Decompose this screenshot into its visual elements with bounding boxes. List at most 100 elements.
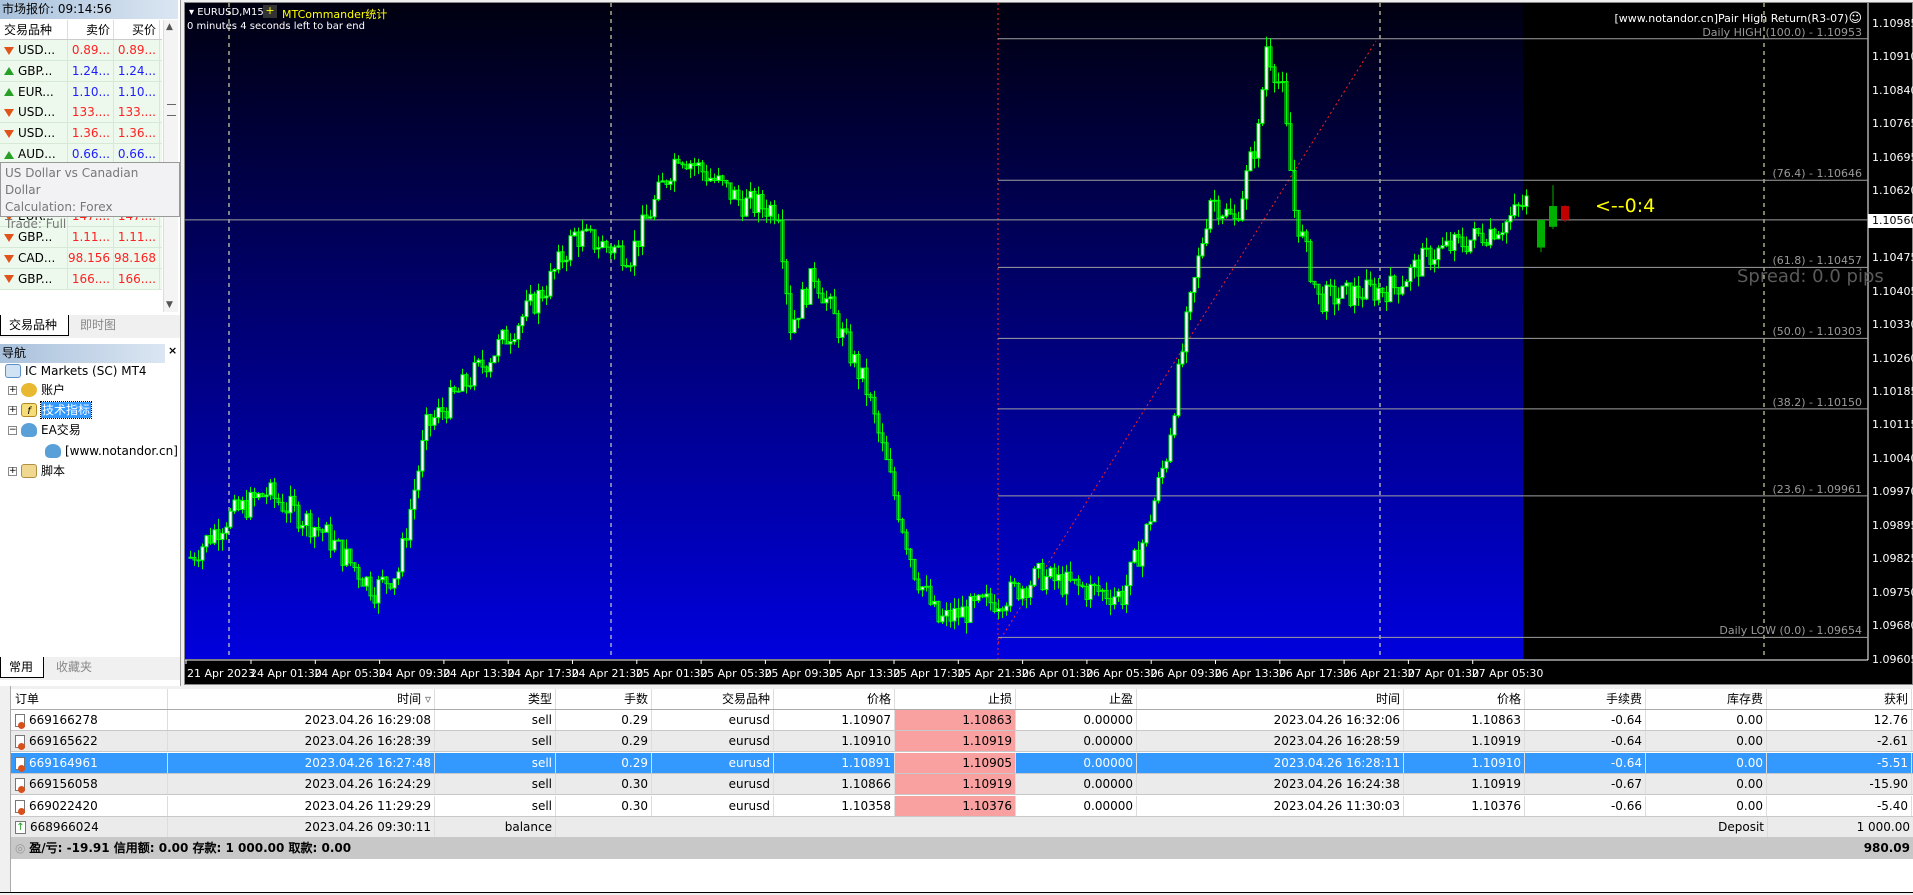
close-icon[interactable]: × bbox=[168, 344, 177, 357]
col-ask[interactable]: 买价 bbox=[114, 20, 160, 39]
candle-body bbox=[1432, 259, 1437, 265]
order-row[interactable]: 669156058 2023.04.26 16:24:29 sell 0.30 euru… bbox=[11, 774, 1913, 796]
cell-close-time: 2023.04.26 16:32:06 bbox=[1137, 710, 1404, 730]
candle-body bbox=[1444, 240, 1449, 247]
scroll-up-icon[interactable]: ▲ bbox=[166, 22, 173, 32]
tooltip-line: US Dollar vs Canadian Dollar bbox=[5, 166, 139, 197]
candle-body bbox=[312, 527, 317, 538]
cell-lots: 0.30 bbox=[556, 774, 652, 795]
order-row[interactable]: 669165622 2023.04.26 16:28:39 sell 0.29 euru… bbox=[11, 731, 1913, 753]
candle-body bbox=[376, 579, 381, 604]
order-row[interactable]: 669166278 2023.04.26 16:29:08 sell 0.29 euru… bbox=[11, 710, 1913, 731]
column-header[interactable]: 手数 bbox=[556, 689, 652, 709]
nav-item-indicators[interactable]: + f 技术指标 bbox=[8, 401, 93, 419]
price-chart[interactable]: ▾ EURUSD,M15 + MTCommander统计 0 minutes 4… bbox=[184, 2, 1913, 685]
column-header[interactable]: 订单 bbox=[11, 689, 168, 709]
symbol-cell: GBP... bbox=[0, 268, 68, 289]
symbol-timeframe: EURUSD,M15 bbox=[197, 7, 264, 18]
column-header[interactable]: 类型 bbox=[435, 689, 556, 709]
market-watch-row[interactable]: USD... 1.36... 1.36... bbox=[0, 123, 162, 145]
cell-comment: Deposit bbox=[1647, 817, 1768, 837]
arrow-down-icon bbox=[4, 254, 14, 263]
price-tick-label: 1.10840 bbox=[1872, 83, 1913, 97]
collapse-icon[interactable]: − bbox=[8, 425, 17, 435]
candle-body bbox=[1264, 46, 1269, 91]
nav-root-label: IC Markets (SC) MT4 bbox=[25, 364, 147, 378]
scroll-down-icon[interactable]: ▼ bbox=[166, 300, 173, 310]
cell-lots: 0.29 bbox=[556, 731, 652, 752]
market-watch-row[interactable]: CAD... 98.156 98.168 bbox=[0, 248, 162, 269]
candle-body bbox=[1144, 523, 1149, 544]
column-header[interactable]: 价格 bbox=[1404, 689, 1525, 709]
candle-body bbox=[924, 585, 929, 588]
scroll-thumb[interactable] bbox=[167, 104, 176, 116]
column-header[interactable]: 手续费 bbox=[1525, 689, 1646, 709]
column-header[interactable]: 时间 ▿ bbox=[168, 689, 435, 709]
candle-body bbox=[1132, 549, 1137, 563]
candle-body bbox=[332, 539, 337, 551]
nav-item-accounts[interactable]: + 账户 bbox=[8, 382, 65, 398]
plus-icon[interactable]: + bbox=[263, 5, 277, 18]
time-tick-label: 27 Apr 05:30 bbox=[1471, 667, 1544, 680]
sort-icon[interactable]: ▿ bbox=[421, 692, 431, 706]
tab-tick-chart[interactable]: 即时图 bbox=[72, 315, 124, 336]
price-tick-label: 1.10185 bbox=[1872, 384, 1913, 398]
ask-cell: 166.... bbox=[114, 268, 160, 289]
candle-body bbox=[648, 216, 653, 219]
col-bid[interactable]: 卖价 bbox=[68, 20, 114, 39]
nav-item-expert-advisors[interactable]: − EA交易 bbox=[8, 422, 81, 438]
terminal-icon bbox=[5, 364, 21, 378]
column-header[interactable]: 止损 bbox=[895, 689, 1016, 709]
candle-body bbox=[708, 177, 713, 182]
candle-body bbox=[748, 190, 753, 199]
price-axis[interactable]: 1.10985 1.10910 1.10840 1.10765 1.10695 1.106… bbox=[1868, 3, 1913, 666]
column-header[interactable]: 获利 bbox=[1767, 689, 1912, 709]
nav-label: EA交易 bbox=[41, 423, 81, 437]
market-watch-row[interactable]: USD... 133.... 133.... bbox=[0, 102, 162, 124]
table-header: 订单 时间 ▿ 类型 手数 交易品种 价格 止损 止盈 时间 价格 手续费 库存费 获利 bbox=[11, 689, 1913, 710]
price-tick-label: 1.09750 bbox=[1872, 585, 1913, 599]
nav-item-ea[interactable]: [www.notandor.cn] bbox=[45, 443, 178, 459]
candle-body bbox=[1248, 151, 1253, 172]
candle-body bbox=[1376, 287, 1381, 301]
market-watch-row[interactable]: USD... 0.89... 0.89... bbox=[0, 40, 162, 61]
candle-body bbox=[1004, 605, 1009, 612]
chart-canvas[interactable] bbox=[185, 3, 1913, 686]
cell-open-time: 2023.04.26 16:27:48 bbox=[168, 752, 435, 773]
cell-type: sell bbox=[435, 774, 556, 795]
expand-icon[interactable]: + bbox=[8, 385, 17, 395]
cell-lots: 0.30 bbox=[556, 795, 652, 816]
expand-icon[interactable]: + bbox=[8, 405, 17, 415]
market-watch-row[interactable]: EUR... 1.10... 1.10... bbox=[0, 81, 162, 103]
column-header[interactable]: 止盈 bbox=[1016, 689, 1137, 709]
nav-root[interactable]: IC Markets (SC) MT4 bbox=[5, 363, 147, 379]
candle-body bbox=[344, 548, 349, 566]
column-header[interactable]: 价格 bbox=[774, 689, 895, 709]
symbol-cell: USD... bbox=[0, 102, 68, 123]
script-icon bbox=[21, 464, 37, 478]
column-header[interactable]: 库存费 bbox=[1646, 689, 1767, 709]
candle-body bbox=[204, 535, 209, 548]
expand-icon[interactable]: + bbox=[8, 466, 17, 476]
candle-body bbox=[288, 495, 293, 514]
candle-body bbox=[940, 615, 945, 623]
candle-body bbox=[240, 500, 245, 510]
cell-tp: 0.00000 bbox=[1016, 795, 1137, 816]
candle-body bbox=[1160, 467, 1165, 479]
column-header[interactable]: 交易品种 bbox=[652, 689, 774, 709]
nav-item-scripts[interactable]: + 脚本 bbox=[8, 463, 65, 479]
tab-favorites[interactable]: 收藏夹 bbox=[48, 657, 100, 678]
tab-common[interactable]: 常用 bbox=[0, 657, 44, 678]
market-watch-row[interactable]: GBP... 1.24... 1.24... bbox=[0, 60, 162, 82]
col-symbol[interactable]: 交易品种 bbox=[0, 20, 68, 39]
symbol-cell: AUD... bbox=[0, 144, 68, 164]
balance-row[interactable]: ↑ 668966024 2023.04.26 09:30:11 balance D… bbox=[11, 817, 1913, 838]
cell-swap: 0.00 bbox=[1646, 731, 1767, 752]
cell-sl: 1.10905 bbox=[895, 752, 1016, 773]
order-row[interactable]: 669164961 2023.04.26 16:27:48 sell 0.29 euru… bbox=[11, 752, 1913, 774]
market-watch-row[interactable]: GBP... 166.... 166.... bbox=[0, 268, 162, 290]
column-header[interactable]: 时间 bbox=[1137, 689, 1404, 709]
order-row[interactable]: 669022420 2023.04.26 11:29:29 sell 0.30 euru… bbox=[11, 795, 1913, 817]
symbol-cell: CAD... bbox=[0, 248, 68, 268]
tab-symbols[interactable]: 交易品种 bbox=[0, 315, 69, 336]
